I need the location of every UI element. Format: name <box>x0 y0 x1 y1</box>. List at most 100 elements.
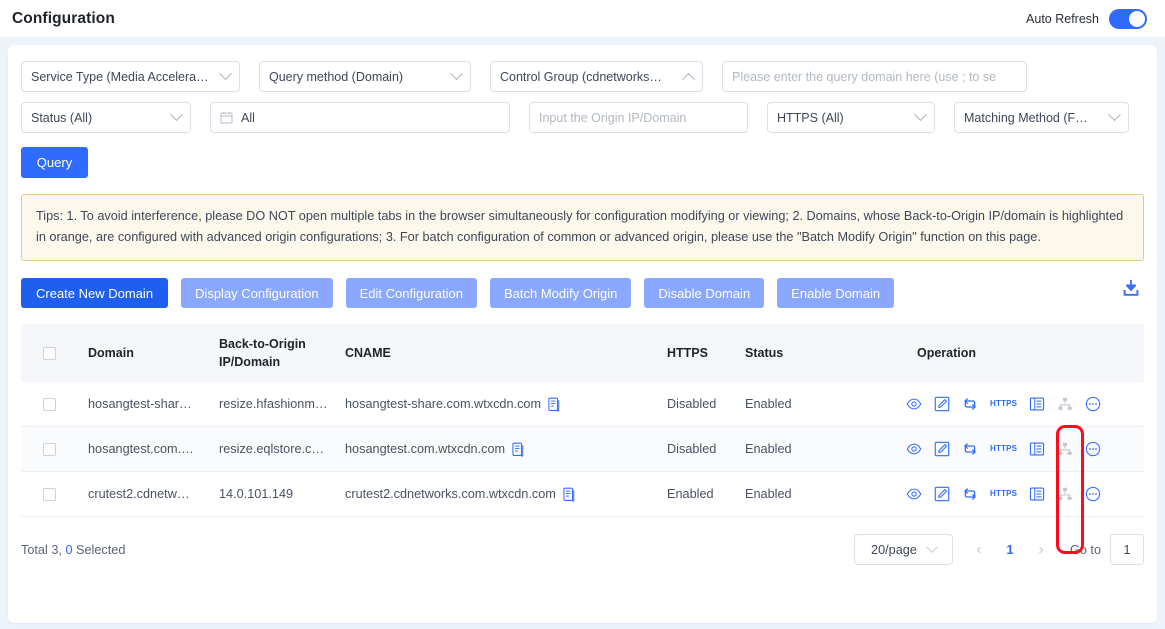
cell-https: Disabled <box>667 442 717 456</box>
https-toggle-icon[interactable]: HTTPS <box>990 396 1017 412</box>
configuration-page: Configuration Auto Refresh Service Type … <box>0 0 1165 629</box>
eye-icon[interactable] <box>906 486 922 502</box>
operation-icons: HTTPS <box>865 486 1101 502</box>
copy-icon[interactable] <box>548 397 561 412</box>
action-button-bar: Create New Domain Display Configuration … <box>21 278 1144 308</box>
refresh-sync-icon[interactable] <box>962 486 978 502</box>
domain-table: Domain Back-to-Origin IP/Domain CNAME HT… <box>21 324 1144 517</box>
next-page-button[interactable]: › <box>1028 537 1054 563</box>
cname-text: hosangtest.com.wtxcdn.com <box>345 442 506 456</box>
control-group-select[interactable]: Control Group (cdnetworks… <box>490 61 703 92</box>
cell-domain: hosangtest-shar… <box>88 397 192 411</box>
batch-modify-origin-button[interactable]: Batch Modify Origin <box>489 278 632 308</box>
column-header-origin-line2: IP/Domain <box>219 355 281 369</box>
goto-label: Go to <box>1069 542 1101 557</box>
pagination: 20/page ‹ 1 › Go to 1 <box>853 534 1144 565</box>
enable-domain-button[interactable]: Enable Domain <box>777 278 895 308</box>
cell-status: Enabled <box>745 487 792 501</box>
eye-icon[interactable] <box>906 441 922 457</box>
eye-icon[interactable] <box>906 396 922 412</box>
control-group-value: Control Group (cdnetworks… <box>500 69 662 84</box>
download-icon[interactable] <box>1120 277 1142 299</box>
cell-cname: crutest2.cdnetworks.com.wtxcdn.com <box>345 487 667 502</box>
table-row[interactable]: hosangtest.com.… resize.eqlstore.c… hosang… <box>21 427 1144 472</box>
cell-operation: HTTPS <box>865 486 1144 502</box>
table-row[interactable]: crutest2.cdnetw… 14.0.101.149 crutest2.cdn… <box>21 472 1144 517</box>
edit-configuration-button[interactable]: Edit Configuration <box>345 278 477 308</box>
column-header-domain: Domain <box>88 346 134 360</box>
display-configuration-button[interactable]: Display Configuration <box>181 278 333 308</box>
toggle-knob <box>1129 10 1145 27</box>
page-number-1[interactable]: 1 <box>997 537 1023 563</box>
origin-ip-domain-placeholder: Input the Origin IP/Domain <box>539 110 687 125</box>
refresh-sync-icon[interactable] <box>962 396 978 412</box>
copy-icon[interactable] <box>512 442 525 457</box>
more-dots-icon[interactable] <box>1085 441 1101 457</box>
table-footer: Total 3, 0 Selected 20/page ‹ 1 › Go to … <box>21 534 1144 565</box>
column-header-origin: Back-to-Origin IP/Domain <box>219 335 345 371</box>
cell-origin: resize.eqlstore.c… <box>219 442 325 456</box>
status-select[interactable]: Status (All) <box>21 102 191 133</box>
status-value: Status (All) <box>31 110 93 125</box>
edit-pencil-icon[interactable] <box>934 441 950 457</box>
cell-cname: hosangtest.com.wtxcdn.com <box>345 442 667 457</box>
matching-method-select[interactable]: Matching Method (F… <box>954 102 1129 133</box>
goto-page-input[interactable]: 1 <box>1110 534 1144 565</box>
table-body: hosangtest-shar… resize.hfashionm… hosangt… <box>21 382 1144 517</box>
more-dots-icon[interactable] <box>1085 486 1101 502</box>
filter-row-1: Service Type (Media Accelera… Query meth… <box>21 61 1144 92</box>
column-header-https: HTTPS <box>667 346 708 360</box>
hierarchy-nodes-icon[interactable] <box>1057 486 1073 502</box>
list-table-icon[interactable] <box>1029 486 1045 502</box>
chevron-down-icon <box>926 541 938 553</box>
date-range-input[interactable]: All <box>210 102 510 133</box>
hierarchy-nodes-icon[interactable] <box>1057 441 1073 457</box>
edit-pencil-icon[interactable] <box>934 396 950 412</box>
query-method-select[interactable]: Query method (Domain) <box>259 61 471 92</box>
origin-ip-domain-input[interactable]: Input the Origin IP/Domain <box>529 102 748 133</box>
auto-refresh-label: Auto Refresh <box>1026 11 1099 26</box>
query-method-value: Query method (Domain) <box>269 69 404 84</box>
column-header-status: Status <box>745 346 784 360</box>
column-header-operation: Operation <box>917 346 977 360</box>
prev-page-button[interactable]: ‹ <box>966 537 992 563</box>
row-checkbox[interactable] <box>43 487 56 501</box>
https-toggle-icon[interactable]: HTTPS <box>990 441 1017 457</box>
select-all-cell <box>43 346 88 360</box>
filter-area: Service Type (Media Accelera… Query meth… <box>21 61 1144 178</box>
service-type-value: Service Type (Media Accelera… <box>31 69 209 84</box>
table-row[interactable]: hosangtest-shar… resize.hfashionm… hosangt… <box>21 382 1144 427</box>
https-value: HTTPS (All) <box>777 110 844 125</box>
select-all-checkbox[interactable] <box>43 346 56 360</box>
cname-text: crutest2.cdnetworks.com.wtxcdn.com <box>345 487 556 501</box>
create-new-domain-button[interactable]: Create New Domain <box>21 278 169 308</box>
total-count-label: Total 3, <box>21 542 62 557</box>
https-select[interactable]: HTTPS (All) <box>767 102 935 133</box>
chevron-down-icon <box>914 108 927 122</box>
query-button[interactable]: Query <box>21 147 88 178</box>
total-summary: Total 3, 0 Selected <box>21 543 125 557</box>
cell-origin: 14.0.101.149 <box>219 487 294 501</box>
list-table-icon[interactable] <box>1029 396 1045 412</box>
list-table-icon[interactable] <box>1029 441 1045 457</box>
copy-icon[interactable] <box>563 487 576 502</box>
cname-text: hosangtest-share.com.wtxcdn.com <box>345 397 542 411</box>
edit-pencil-icon[interactable] <box>934 486 950 502</box>
more-dots-icon[interactable] <box>1085 396 1101 412</box>
service-type-select[interactable]: Service Type (Media Accelera… <box>21 61 240 92</box>
selected-count: 0 <box>65 542 73 557</box>
page-size-select[interactable]: 20/page <box>853 534 953 565</box>
hierarchy-nodes-icon[interactable] <box>1057 396 1073 412</box>
column-header-origin-line1: Back-to-Origin <box>219 337 306 351</box>
row-checkbox[interactable] <box>43 442 56 456</box>
page-size-value: 20/page <box>871 542 917 557</box>
auto-refresh-toggle[interactable] <box>1109 8 1147 29</box>
cell-status: Enabled <box>745 397 792 411</box>
query-domain-input[interactable]: Please enter the query domain here (use … <box>722 61 1027 92</box>
https-toggle-icon[interactable]: HTTPS <box>990 486 1017 502</box>
chevron-up-icon <box>682 72 695 86</box>
row-checkbox[interactable] <box>43 397 56 411</box>
refresh-sync-icon[interactable] <box>962 441 978 457</box>
disable-domain-button[interactable]: Disable Domain <box>644 278 765 308</box>
chevron-down-icon <box>450 67 463 81</box>
